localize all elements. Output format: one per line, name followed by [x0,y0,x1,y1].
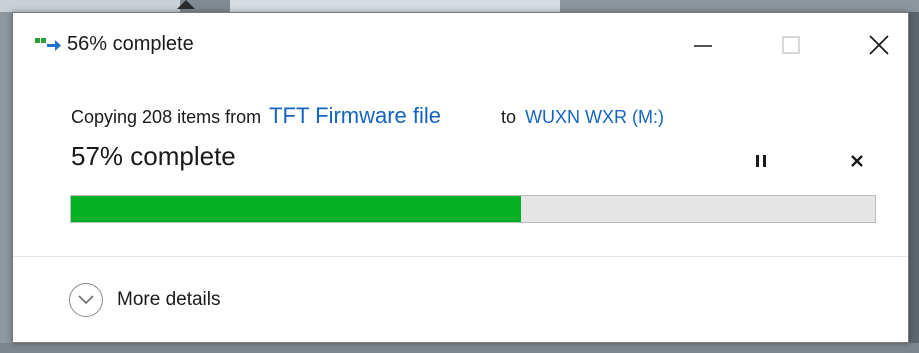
title-bar[interactable]: 56% complete [13,13,908,75]
window-title: 56% complete [67,33,194,55]
pause-icon [756,155,766,167]
source-link[interactable]: TFT Firmware file [269,103,441,128]
desktop-background-bottom [0,343,919,353]
copy-prefix: Copying 208 items from [71,107,262,127]
progress-bar-fill [71,196,522,222]
progress-bar [70,195,876,223]
destination-link[interactable]: WUXN WXR (M:) [525,107,664,127]
close-icon [869,35,889,55]
chevron-down-icon [78,295,94,305]
caret-icon [177,0,195,9]
desktop-background-strip [0,0,919,12]
cancel-icon [851,155,863,167]
more-details-label: More details [117,289,221,310]
minimize-button[interactable] [675,19,731,71]
pause-button[interactable] [747,147,775,175]
chevron-down-circle-icon [69,283,103,317]
copy-summary: Copying 208 items from TFT Firmware file t… [71,103,664,129]
maximize-icon [782,36,800,54]
close-button[interactable] [851,19,907,71]
progress-label: 57% complete [71,141,236,171]
minimize-icon [694,45,712,47]
maximize-button[interactable] [763,19,819,71]
cancel-button[interactable] [843,147,871,175]
copy-progress-dialog: 56% complete Copying 208 items from TFT F… [12,12,909,343]
more-details-toggle[interactable]: More details [69,282,221,318]
to-label: to [501,107,517,127]
footer-divider [13,256,908,257]
desktop-background-right [909,12,919,353]
file-copy-icon [35,38,61,51]
desktop-background-left [0,12,12,353]
